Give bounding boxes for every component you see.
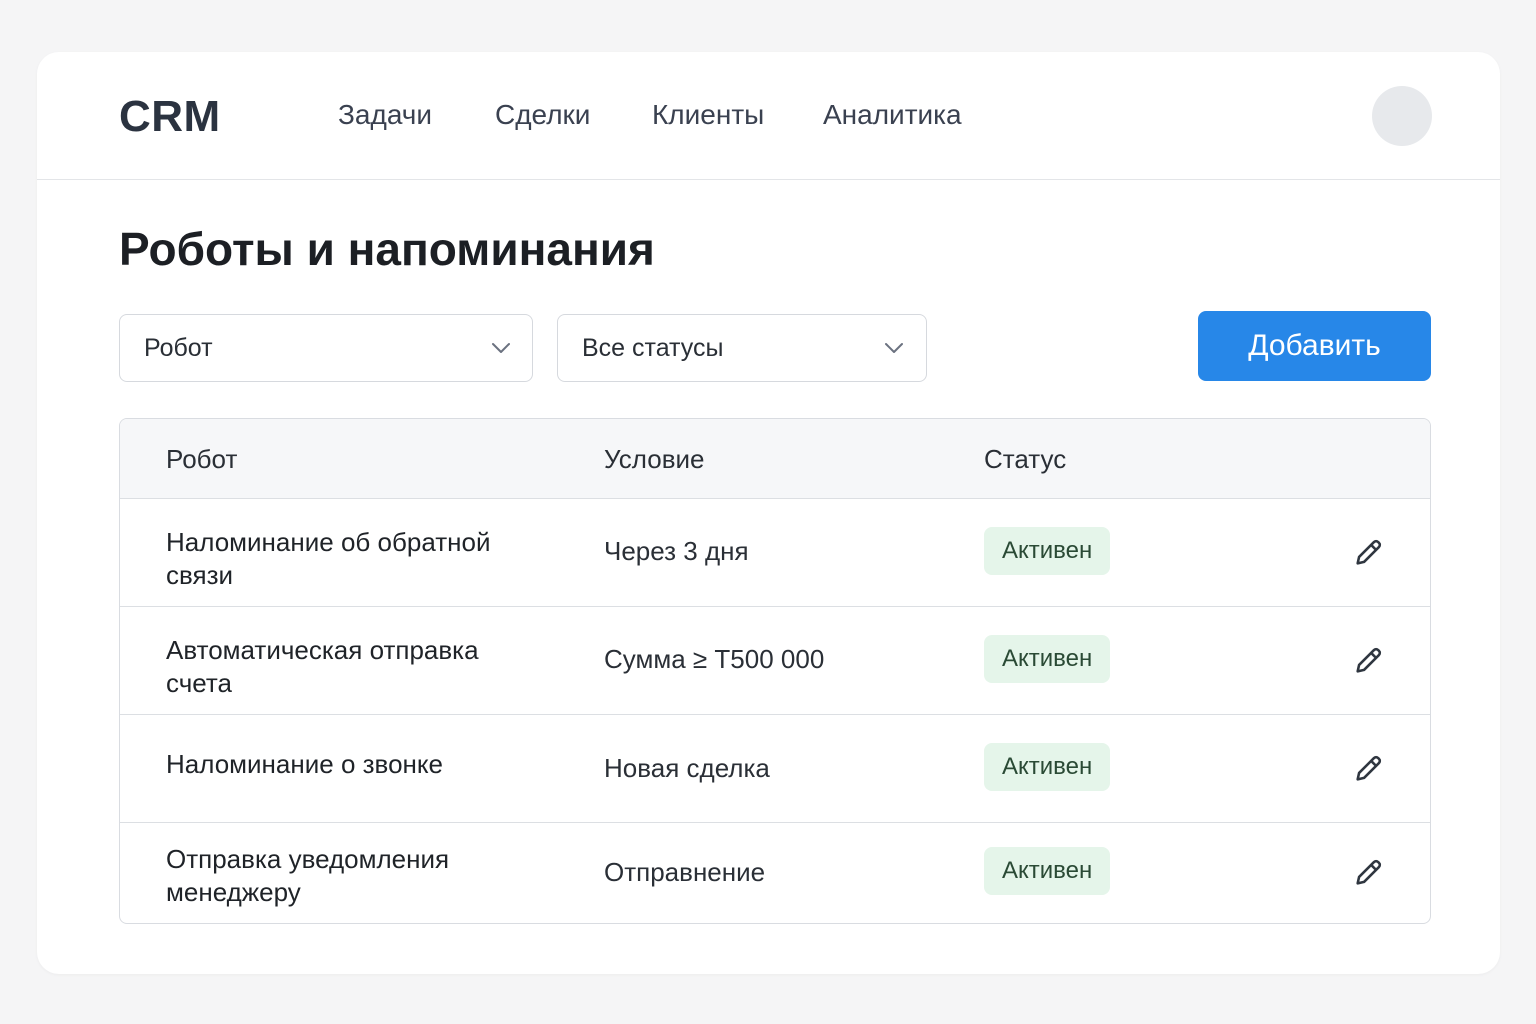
robot-name: Отправка уведомления менеджеру bbox=[166, 843, 546, 909]
column-header-status[interactable]: Статус bbox=[984, 444, 1066, 475]
pencil-icon[interactable] bbox=[1352, 535, 1386, 569]
status-filter-value: Все статусы bbox=[582, 334, 724, 362]
chevron-down-icon bbox=[885, 343, 903, 353]
add-button[interactable]: Добавить bbox=[1198, 311, 1431, 381]
robot-name-line: менеджеру bbox=[166, 877, 301, 907]
status-badge: Активен bbox=[984, 847, 1111, 895]
robots-table: Робот Условие Статус Наломинание об обра… bbox=[119, 418, 1431, 924]
pencil-icon[interactable] bbox=[1352, 855, 1386, 889]
robot-condition: Отправнение bbox=[604, 857, 766, 887]
pencil-icon[interactable] bbox=[1352, 751, 1386, 785]
nav-item-tasks[interactable]: Задачи bbox=[338, 99, 432, 131]
table-row[interactable]: Наломинание о звонке Новая сделка Активе… bbox=[120, 715, 1430, 823]
nav-item-clients[interactable]: Клиенты bbox=[652, 99, 764, 131]
top-header: CRM Задачи Сделки Клиенты Аналитика bbox=[37, 52, 1500, 180]
robot-name-line: Отправка уведомления bbox=[166, 844, 450, 874]
main-card: CRM Задачи Сделки Клиенты Аналитика Робо… bbox=[37, 52, 1500, 974]
status-badge: Активен bbox=[984, 635, 1111, 683]
table-header: Робот Условие Статус bbox=[120, 419, 1430, 499]
robot-condition: Через 3 дня bbox=[604, 536, 749, 566]
table-row[interactable]: Отправка уведомления менеджеру Отправнен… bbox=[120, 823, 1430, 923]
nav-item-deals[interactable]: Сделки bbox=[495, 99, 590, 131]
status-badge: Активен bbox=[984, 743, 1111, 791]
page-title: Роботы и напоминания bbox=[119, 223, 655, 275]
robot-name-line: Автоматическая отправка bbox=[166, 635, 479, 665]
status-badge: Активен bbox=[984, 527, 1111, 575]
column-header-condition[interactable]: Условие bbox=[604, 444, 705, 475]
robot-filter-select[interactable]: Робот bbox=[119, 314, 533, 382]
status-filter-select[interactable]: Все статусы bbox=[557, 314, 927, 382]
pencil-icon[interactable] bbox=[1352, 643, 1386, 677]
table-row[interactable]: Автоматическая отправка счета Сумма ≥ Т5… bbox=[120, 607, 1430, 715]
robot-condition: Сумма ≥ Т500 000 bbox=[604, 644, 825, 674]
chevron-down-icon bbox=[492, 343, 510, 353]
robot-filter-value: Робот bbox=[144, 334, 213, 362]
robot-name: Наломинание об обратной связи bbox=[166, 526, 546, 592]
user-avatar[interactable] bbox=[1372, 86, 1432, 146]
robot-name-line: счета bbox=[166, 668, 232, 698]
nav-item-analytics[interactable]: Аналитика bbox=[823, 99, 962, 131]
column-header-robot[interactable]: Робот bbox=[166, 444, 237, 475]
robot-name-line: связи bbox=[166, 560, 234, 590]
robot-condition: Новая сделка bbox=[604, 753, 770, 783]
app-logo[interactable]: CRM bbox=[119, 92, 221, 142]
robot-name-line: Наломинание об обратной bbox=[166, 527, 491, 557]
robot-name-line: Наломинание о звонке bbox=[166, 749, 444, 779]
robot-name: Автоматическая отправка счета bbox=[166, 634, 546, 700]
robot-name: Наломинание о звонке bbox=[166, 748, 546, 781]
table-row[interactable]: Наломинание об обратной связи Через 3 дн… bbox=[120, 499, 1430, 607]
